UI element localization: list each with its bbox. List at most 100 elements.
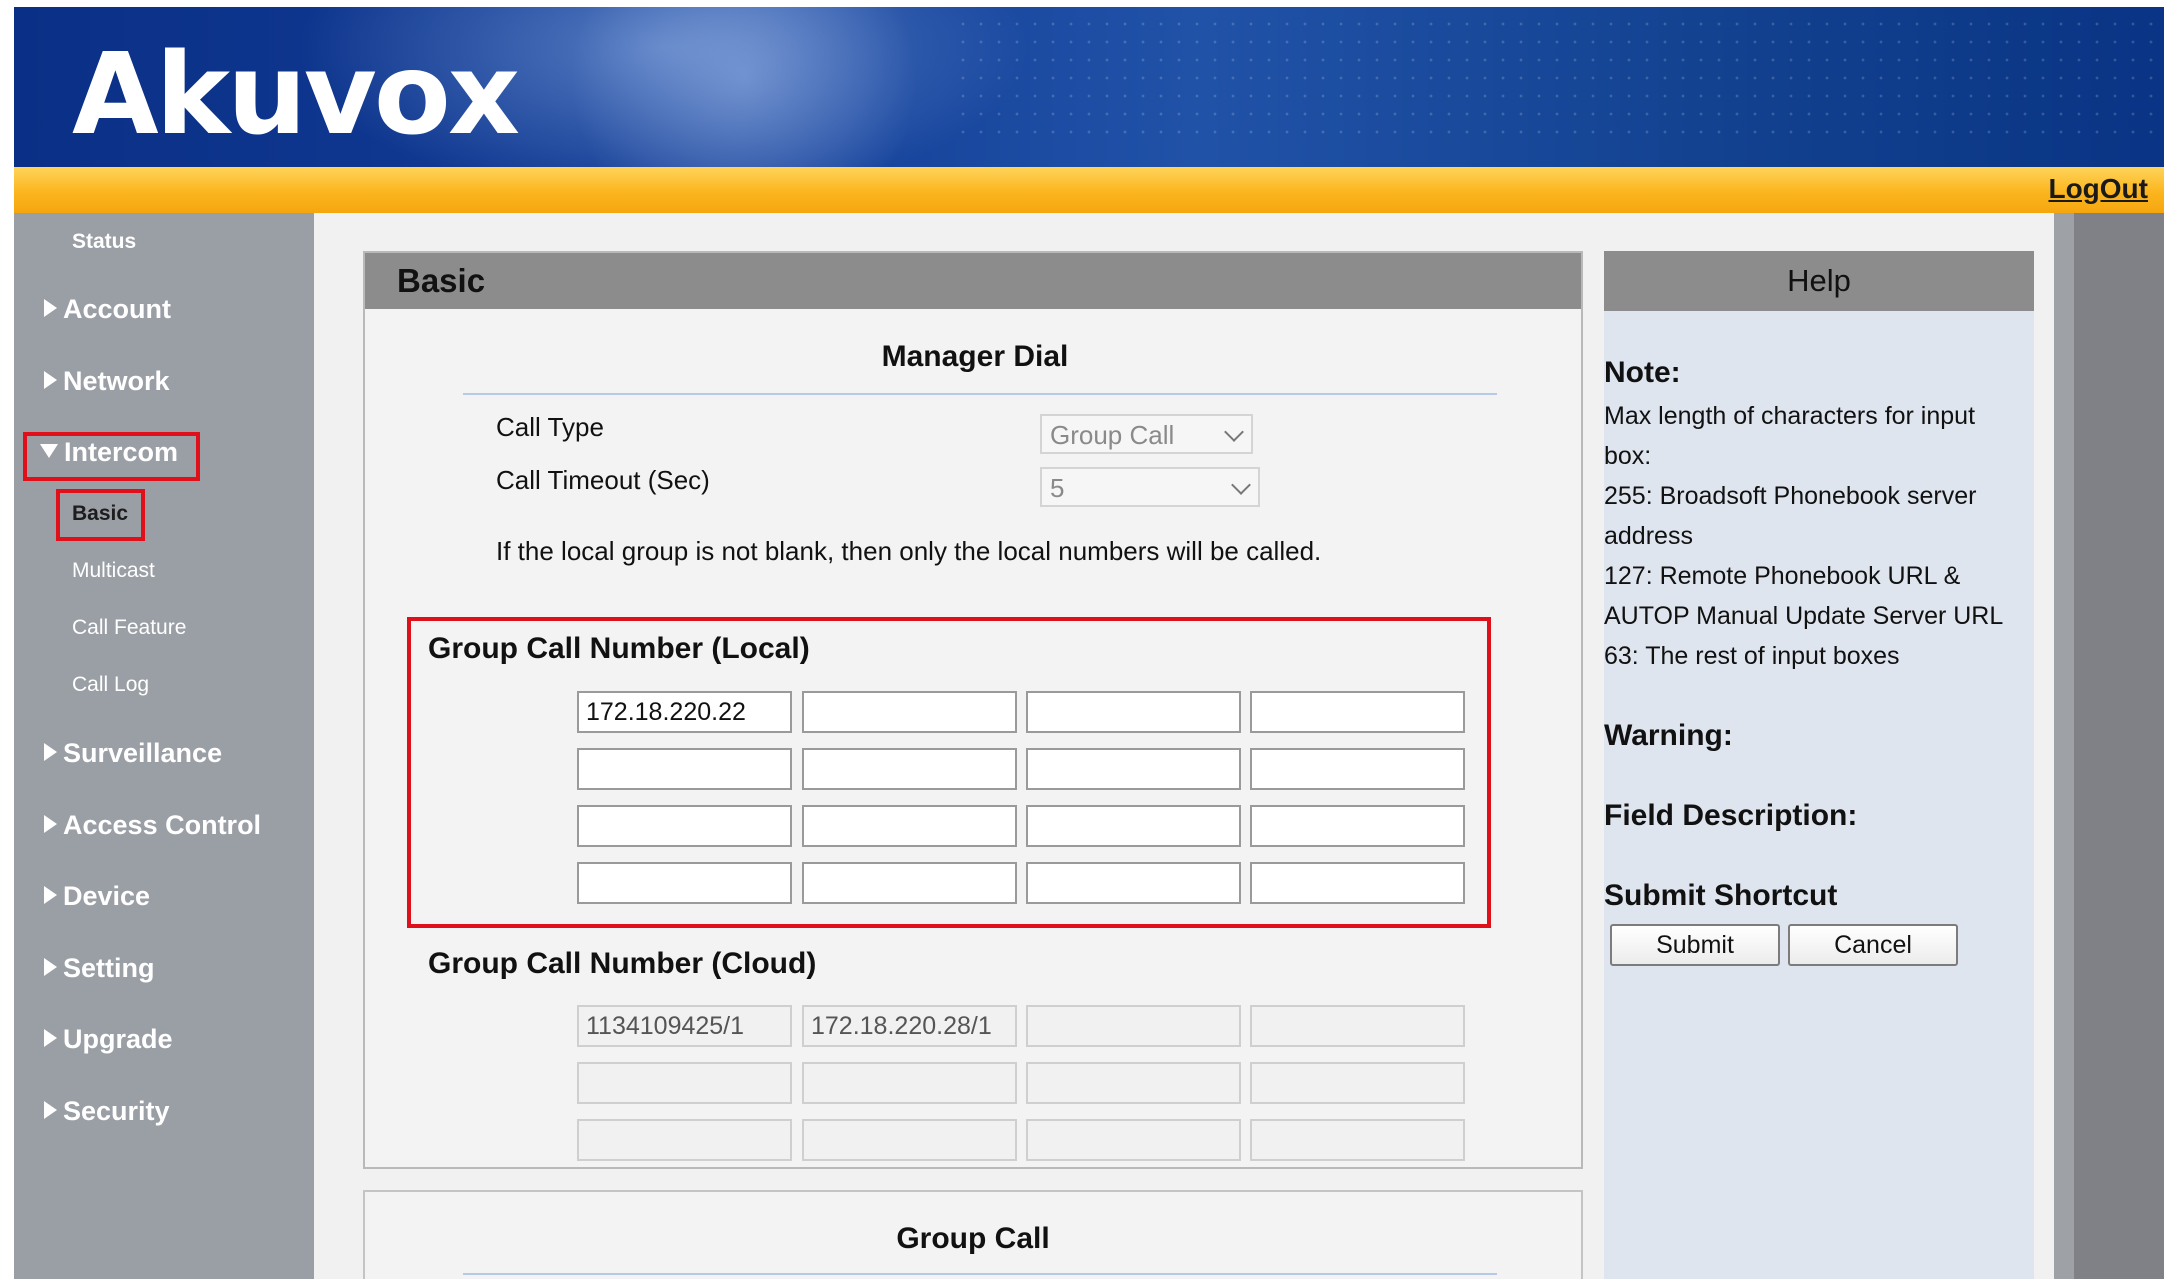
local-number-input-6[interactable]: [802, 748, 1017, 790]
submit-button[interactable]: Submit: [1610, 924, 1780, 966]
cloud-number-input-3: [1026, 1005, 1241, 1047]
expand-arrow-icon: [44, 815, 57, 833]
sidebar-item-account[interactable]: Account: [44, 294, 171, 325]
expand-arrow-icon: [44, 958, 57, 976]
help-note-line: address: [1604, 522, 1693, 550]
cloud-number-input-8: [1250, 1062, 1465, 1104]
local-number-input-10[interactable]: [802, 805, 1017, 847]
local-number-input-7[interactable]: [1026, 748, 1241, 790]
local-number-input-9[interactable]: [577, 805, 792, 847]
sidebar-item-label: Account: [63, 294, 171, 324]
expand-arrow-icon: [44, 299, 57, 317]
group-cloud-title: Group Call Number (Cloud): [428, 947, 817, 980]
local-number-input-13[interactable]: [577, 862, 792, 904]
help-note-heading: Note:: [1604, 356, 1681, 389]
sidebar-subitem-basic[interactable]: Basic: [72, 502, 128, 526]
local-number-input-14[interactable]: [802, 862, 1017, 904]
call-timeout-value: 5: [1050, 473, 1065, 503]
cloud-number-input-10: [802, 1119, 1017, 1161]
help-note-line: Max length of characters for input: [1604, 402, 1976, 430]
group-call-title: Group Call: [896, 1222, 1050, 1255]
panel-header: Basic: [365, 253, 1581, 309]
expand-arrow-icon: [44, 886, 57, 904]
cloud-number-input-7: [1026, 1062, 1241, 1104]
right-gutter: [2054, 213, 2074, 1279]
help-submit-shortcut-heading: Submit Shortcut: [1604, 879, 1838, 912]
sidebar-item-network[interactable]: Network: [44, 366, 170, 397]
local-number-input-4[interactable]: [1250, 691, 1465, 733]
local-number-input-15[interactable]: [1026, 862, 1241, 904]
help-title: Help: [1604, 251, 2034, 311]
sidebar-item-access-control[interactable]: Access Control: [44, 810, 261, 841]
group-call-panel: Group Call: [363, 1190, 1583, 1279]
cloud-number-input-4: [1250, 1005, 1465, 1047]
help-note-line: AUTOP Manual Update Server URL: [1604, 602, 2004, 630]
help-panel: Help Note: Max length of characters for …: [1604, 251, 2034, 1279]
cloud-number-input-9: [577, 1119, 792, 1161]
sidebar-item-intercom[interactable]: Intercom: [40, 437, 178, 468]
section-divider: [463, 1273, 1497, 1275]
chevron-down-icon: [1231, 475, 1251, 495]
call-timeout-select[interactable]: 5: [1040, 467, 1260, 507]
basic-panel: Basic Manager Dial Call Type Group Call …: [363, 251, 1583, 1169]
sidebar-item-setting[interactable]: Setting: [44, 953, 155, 984]
local-group-note: If the local group is not blank, then on…: [496, 536, 1322, 566]
sidebar-item-label: Intercom: [64, 437, 179, 467]
sidebar-item-label: Setting: [63, 953, 155, 983]
local-number-input-5[interactable]: [577, 748, 792, 790]
sidebar-item-surveillance[interactable]: Surveillance: [44, 738, 222, 769]
sidebar-subitem-multicast[interactable]: Multicast: [72, 559, 155, 583]
sidebar-item-label: Access Control: [63, 810, 262, 840]
cloud-number-input-11: [1026, 1119, 1241, 1161]
help-note-line: 63: The rest of input boxes: [1604, 642, 1900, 670]
help-field-description-heading: Field Description:: [1604, 799, 1858, 832]
call-type-select[interactable]: Group Call: [1040, 414, 1253, 454]
local-number-input-2[interactable]: [802, 691, 1017, 733]
sidebar: Status Account Network Intercom Basic Mu…: [14, 213, 314, 1279]
call-type-label: Call Type: [496, 412, 604, 442]
local-number-input-12[interactable]: [1250, 805, 1465, 847]
akuvox-logo: Akuvox: [72, 30, 520, 160]
help-note-line: 255: Broadsoft Phonebook server: [1604, 482, 1977, 510]
browser-page: Akuvox LogOut Status Account Network Int…: [14, 7, 2164, 1279]
cancel-button[interactable]: Cancel: [1788, 924, 1958, 966]
local-number-input-16[interactable]: [1250, 862, 1465, 904]
help-note-line: 127: Remote Phonebook URL &: [1604, 562, 1961, 590]
sidebar-item-device[interactable]: Device: [44, 881, 150, 912]
expand-arrow-icon: [44, 1101, 57, 1119]
help-note-line: box:: [1604, 442, 1652, 470]
expand-arrow-icon: [44, 371, 57, 389]
group-local-title: Group Call Number (Local): [428, 632, 810, 665]
help-warning-heading: Warning:: [1604, 719, 1733, 752]
banner-dot-pattern: [954, 15, 2154, 135]
header-gold-bar: [14, 167, 2164, 213]
cloud-number-input-5: [577, 1062, 792, 1104]
local-number-input-11[interactable]: [1026, 805, 1241, 847]
cloud-number-input-12: [1250, 1119, 1465, 1161]
sidebar-item-label: Device: [63, 881, 151, 911]
cloud-number-input-1: 1134109425/1: [577, 1005, 792, 1047]
sidebar-item-security[interactable]: Security: [44, 1096, 170, 1127]
chevron-down-icon: [1224, 422, 1244, 442]
section-divider: [463, 393, 1497, 395]
local-number-input-3[interactable]: [1026, 691, 1241, 733]
collapse-arrow-icon: [40, 444, 58, 458]
sidebar-subitem-call-feature[interactable]: Call Feature: [72, 616, 186, 640]
header-banner: Akuvox: [14, 7, 2164, 207]
call-type-value: Group Call: [1050, 420, 1175, 450]
sidebar-item-label: Surveillance: [63, 738, 223, 768]
sidebar-item-label: Network: [63, 366, 170, 396]
expand-arrow-icon: [44, 743, 57, 761]
sidebar-item-label: Upgrade: [63, 1024, 173, 1054]
panel-title: Basic: [397, 262, 486, 299]
sidebar-item-upgrade[interactable]: Upgrade: [44, 1024, 173, 1055]
sidebar-item-status[interactable]: Status: [72, 230, 136, 254]
logout-link[interactable]: LogOut: [2048, 173, 2148, 205]
expand-arrow-icon: [44, 1029, 57, 1047]
cloud-number-input-2: 172.18.220.28/1: [802, 1005, 1017, 1047]
manager-dial-title: Manager Dial: [881, 340, 1069, 373]
sidebar-subitem-call-log[interactable]: Call Log: [72, 673, 149, 697]
local-number-input-1[interactable]: 172.18.220.22: [577, 691, 792, 733]
sidebar-item-label: Security: [63, 1096, 170, 1126]
local-number-input-8[interactable]: [1250, 748, 1465, 790]
